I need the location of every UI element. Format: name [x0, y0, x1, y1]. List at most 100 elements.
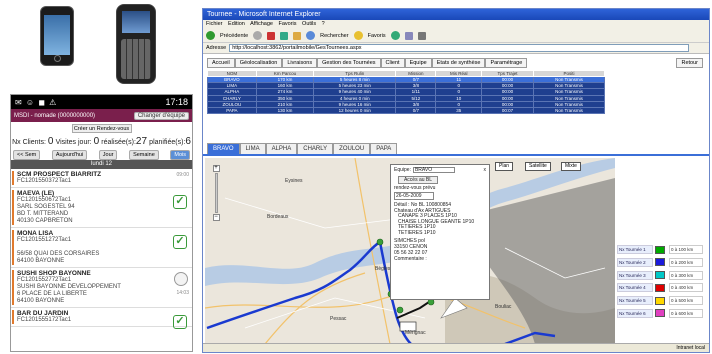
visit-line: FC1201550672Tac1 [17, 197, 72, 203]
product-item: TETIERES 1P10 [398, 229, 436, 236]
home-icon[interactable] [293, 31, 302, 40]
legend-color-swatch [655, 271, 665, 280]
checkmark-icon[interactable]: ✓ [173, 315, 187, 329]
table-cell: 35 [435, 106, 483, 115]
legend-color-swatch [655, 245, 665, 254]
tab-alpha[interactable]: ALPHA [265, 143, 298, 154]
list-item[interactable]: SCM PROSPECT BIARRITZ FC1201550372Tac1 09:… [11, 169, 192, 188]
visit-line: FC1201552772Tac1 [17, 277, 72, 283]
tab-lima[interactable]: LIMA [239, 143, 266, 154]
legend-row: Nx Tournée 2 0 à 200 km [617, 257, 707, 268]
prev-week-button[interactable]: << Sem [13, 150, 41, 160]
today-button[interactable]: Aujourd'hui [51, 150, 88, 160]
back-button[interactable]: Précédente [220, 33, 248, 39]
map-type-plan[interactable]: Plan [495, 162, 514, 171]
mail-icon[interactable] [404, 31, 413, 40]
favorites-button[interactable]: Favoris [368, 33, 386, 39]
menu-equipe[interactable]: Equipe [404, 58, 432, 68]
month-view-button[interactable]: Mois [170, 150, 190, 160]
app-header: MSDI - nomade (0000000000) Changer d'équ… [11, 109, 192, 122]
back-arrow-icon[interactable] [206, 31, 215, 40]
menu-parametrage[interactable]: Paramétrage [485, 58, 528, 68]
svg-text:Bègles: Bègles [375, 266, 391, 272]
legend-row: Nx Tournée 1 0 à 100 km [617, 244, 707, 255]
visit-line: FC1201550372Tac1 [17, 178, 72, 184]
visit-line: 56/58 QUAI DES CORSAIRES [17, 251, 100, 257]
menu-livraisons[interactable]: Livraisons [282, 58, 318, 68]
window-title: Tournee - Microsoft Internet Explorer [203, 9, 709, 20]
zoom-out-button[interactable]: − [212, 214, 220, 221]
rdv-date-field[interactable]: 26-05-2009 [394, 192, 434, 200]
list-item[interactable]: MAEVA (LE) FC1201550672Tac1 SARL SOGESTEL … [11, 188, 192, 228]
week-view-button[interactable]: Semaine [129, 150, 159, 160]
tab-zoulou[interactable]: ZOULOU [333, 143, 371, 154]
refresh-icon[interactable] [280, 31, 289, 40]
visit-line: 64100 BAYONNE [17, 298, 65, 304]
legend-range: 0 à 600 km [669, 308, 703, 318]
menu-affichage[interactable]: Affichage [250, 21, 273, 27]
menu-outils[interactable]: Outils [302, 21, 316, 27]
legend-name: Nx Tournée 2 [617, 257, 653, 267]
search-button[interactable]: Rechercher [320, 33, 348, 39]
create-rdv-button[interactable]: Créer un Rendez-vous [71, 124, 132, 133]
browser-toolbar: Précédente Rechercher Favoris [203, 29, 709, 43]
notification-icons: ✉ ☺ ◼ ⚠ [15, 97, 58, 107]
map-type-mixte[interactable]: Mixte [561, 162, 581, 171]
map-type-satellite[interactable]: Satellite [525, 162, 551, 171]
legend-color-swatch [655, 258, 665, 267]
checkmark-icon[interactable]: ✓ [173, 235, 187, 249]
print-icon[interactable] [417, 31, 426, 40]
menu-etats-synthese[interactable]: Etats de synthèse [431, 58, 486, 68]
checkmark-icon[interactable]: ✓ [173, 195, 187, 209]
table-cell: 130 km [255, 106, 315, 115]
list-item[interactable]: BAR DU JARDIN FC1201555172Tac1 ✓ [11, 308, 192, 329]
browser-menu-bar: Fichier Edition Affichage Favoris Outils… [203, 20, 709, 29]
menu-edition[interactable]: Edition [228, 21, 245, 27]
tab-bravo[interactable]: BRAVO [207, 143, 240, 154]
tab-papa[interactable]: PAPA [370, 143, 398, 154]
legend-color-swatch [655, 283, 665, 292]
table-cell: PAPA [207, 106, 257, 115]
teams-grid: NOM Km Parcou Tps Rulin Mission Mis Réal Tps … [207, 70, 606, 115]
menu-geolocalisation[interactable]: Géolocalisation [234, 58, 283, 68]
visit-line: BD T. MITTERAND [17, 211, 69, 217]
menu-favoris[interactable]: Favoris [278, 21, 296, 27]
bl-access-button[interactable]: Accès au BL [398, 176, 438, 184]
menu-help[interactable]: ? [322, 21, 325, 27]
svg-text:Bouliac: Bouliac [495, 304, 512, 310]
back-retour-button[interactable]: Retour [676, 58, 703, 68]
list-item[interactable]: MONA LISA FC1201551272Tac1 56/58 QUAI DES… [11, 228, 192, 268]
tab-charly[interactable]: CHARLY [297, 143, 334, 154]
popup-close-button[interactable]: x [484, 167, 487, 173]
zoom-slider[interactable] [214, 173, 218, 213]
zoom-in-button[interactable]: + [212, 165, 220, 172]
delivery-popup: x Equipe: BRAVO Accès au BL rendez-vous … [390, 164, 490, 300]
table-row[interactable]: PAPA 130 km 12 heures 0 min 0/7 35 00:07 Non T… [207, 106, 606, 115]
history-icon[interactable] [390, 31, 400, 40]
favorites-star-icon[interactable] [353, 31, 363, 40]
forward-arrow-icon[interactable] [253, 31, 263, 40]
equipe-label: Equipe: [394, 167, 411, 173]
visit-line: 6 PLACE DE LA LIBERTE [17, 291, 87, 297]
comment-label: Commentaire : [394, 256, 427, 262]
day-view-button[interactable]: Jour [98, 150, 118, 160]
visit-line: SARL SOGESTEL 94 [17, 204, 75, 210]
change-team-button[interactable]: Changer d'équipe [133, 111, 189, 120]
visit-title: BAR DU JARDIN [17, 310, 69, 317]
rdv-label: rendez-vous prévu [394, 185, 436, 191]
status-time: 17:18 [165, 97, 188, 107]
visit-stats: Nx Clients: 0 Visites jour: 0 réalisée(s… [12, 136, 191, 147]
menu-fichier[interactable]: Fichier [206, 21, 223, 27]
legend-row: Nx Tournée 4 0 à 400 km [617, 282, 707, 293]
stop-icon[interactable] [267, 31, 276, 40]
menu-accueil[interactable]: Accueil [207, 58, 235, 68]
address-input[interactable]: http://localhost:3862/portailmobile/GesT… [229, 44, 689, 52]
equipe-field[interactable]: BRAVO [412, 167, 455, 173]
legend-range: 0 à 300 km [669, 270, 703, 280]
list-item[interactable]: SUSHI SHOP BAYONNE FC1201552772Tac1 SUSHI … [11, 268, 192, 308]
search-icon[interactable] [306, 31, 316, 40]
menu-gestion-tournees[interactable]: Gestion des Tournées [317, 58, 381, 68]
clock-icon[interactable] [174, 272, 188, 286]
route-map[interactable]: Bordeaux Bègles Mérignac Pessac Bouliac … [205, 158, 615, 344]
menu-client[interactable]: Client [380, 58, 405, 68]
